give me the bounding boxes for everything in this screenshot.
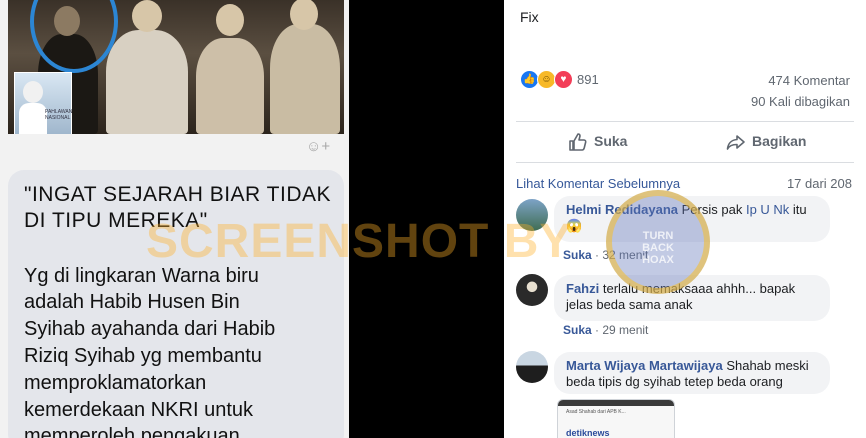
photo-figure-head <box>216 4 244 36</box>
share-arrow-icon <box>726 135 745 150</box>
mini-site-logo: detiknews <box>566 428 610 438</box>
comment-author[interactable]: Fahzi <box>566 281 599 296</box>
photo-figure <box>196 38 264 134</box>
reaction-count: 891 <box>577 72 599 87</box>
comment-like-link[interactable]: Suka <box>563 323 592 337</box>
thumbnail-figure-body <box>19 103 47 134</box>
avatar[interactable] <box>516 274 548 306</box>
comment-count-link[interactable]: 474 Komentar <box>768 73 850 88</box>
thumbnail-caption: PAHLAWAN NASIONAL <box>45 109 73 121</box>
comment-text: Shahab meski <box>726 358 809 373</box>
historical-photo: PAHLAWAN NASIONAL <box>8 0 344 134</box>
photo-figure <box>106 30 188 134</box>
add-emoji-icon[interactable]: ☺+ <box>306 138 336 156</box>
message-line: memproklamatorkan <box>24 372 207 394</box>
mini-url-text: Asad Shahab dari APB K... <box>566 409 626 415</box>
message-line: Riziq Syihab yg membantu <box>24 345 262 367</box>
comment-meta: Suka · 29 menit <box>563 323 649 337</box>
divider <box>516 162 854 163</box>
comment-attached-screenshot[interactable]: Asad Shahab dari APB K... detiknews <box>557 399 675 438</box>
message-line: kemerdekaan NKRI untuk <box>24 399 254 421</box>
message-line: Syihab ayahanda dari Habib <box>24 318 276 340</box>
avatar[interactable] <box>516 351 548 383</box>
comment-text: itu <box>792 202 807 217</box>
message-line: memperoleh pengakuan <box>24 425 240 438</box>
turnbackhoax-logo: TURN BACK HOAX <box>606 190 710 294</box>
photo-figure <box>270 24 340 134</box>
comment-pagination-count: 17 dari 208 <box>786 176 852 191</box>
message-line: adalah Habib Husen Bin <box>24 291 240 313</box>
like-button[interactable]: Suka <box>568 131 648 153</box>
message-line: "INGAT SEJARAH BIAR TIDAK <box>24 183 332 206</box>
mini-status-bar <box>558 400 674 406</box>
comment-time[interactable]: 29 menit <box>602 323 648 337</box>
inset-thumbnail: PAHLAWAN NASIONAL <box>14 72 72 134</box>
share-label: Bagikan <box>752 133 807 149</box>
logo-text: TURN BACK HOAX <box>642 230 674 266</box>
comment-bubble: Fahzi terlalu memaksaaa ahhh... bapak je… <box>554 275 830 321</box>
photo-figure-head <box>132 0 162 32</box>
comment-mention[interactable]: Ip U Nk <box>746 202 789 217</box>
comment-bubble: Marta Wijaya Martawijaya Shahab meski be… <box>554 352 830 394</box>
watermark-text: SCREENSHOT BY <box>146 215 573 268</box>
comment-text: jelas beda sama anak <box>566 297 693 312</box>
comment-author[interactable]: Marta Wijaya Martawijaya <box>566 358 723 373</box>
share-count-link[interactable]: 90 Kali dibagikan <box>751 94 850 109</box>
comment-text: beda tipis dg syihab tetep beda orang <box>566 374 783 389</box>
divider <box>516 121 854 122</box>
thumbs-up-icon <box>569 133 587 151</box>
share-button[interactable]: Bagikan <box>726 131 836 153</box>
thumbnail-figure <box>23 81 43 103</box>
view-previous-comments-link[interactable]: Lihat Komentar Sebelumnya <box>516 176 680 191</box>
like-label: Suka <box>594 133 628 149</box>
post-text: Fix <box>520 9 539 25</box>
love-icon: ♥ <box>554 70 573 89</box>
